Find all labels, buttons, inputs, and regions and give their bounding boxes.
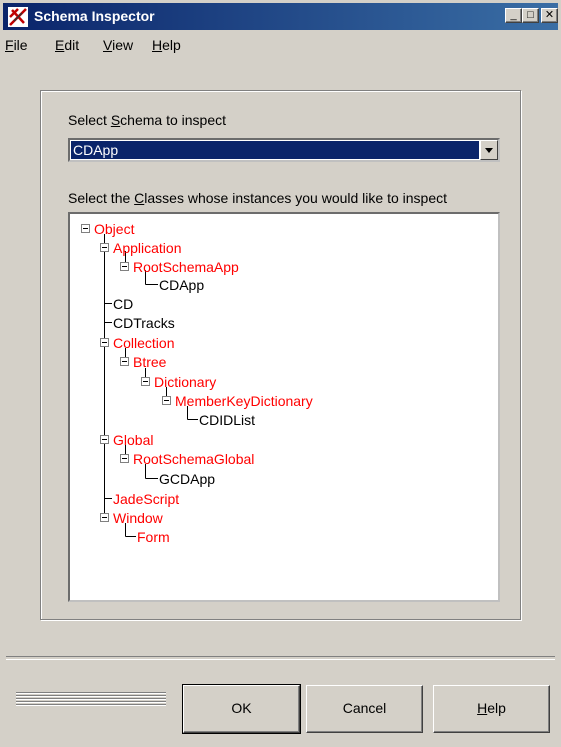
tree-node-rootschemaapp[interactable]: RootSchemaApp	[133, 259, 239, 275]
collapse-toggle-icon[interactable]	[100, 243, 109, 252]
schema-inspector-window: Schema Inspector _ □ ✕ File Edit View He…	[0, 0, 561, 747]
window-title: Schema Inspector	[34, 8, 155, 24]
menu-view[interactable]: View	[103, 37, 133, 53]
collapse-toggle-icon[interactable]	[141, 377, 150, 386]
cancel-button[interactable]: Cancel	[306, 685, 423, 733]
tree-node-window[interactable]: Window	[113, 510, 163, 526]
tree-node-global[interactable]: Global	[113, 432, 153, 448]
tree-node-object[interactable]: Object	[94, 221, 134, 237]
collapse-toggle-icon[interactable]	[100, 338, 109, 347]
separator	[6, 656, 555, 660]
menu-edit[interactable]: Edit	[55, 37, 79, 53]
tree-node-collection[interactable]: Collection	[113, 335, 174, 351]
tree-node-cdtracks[interactable]: CDTracks	[113, 315, 175, 331]
minimize-button[interactable]: _	[505, 8, 522, 23]
tree-node-cdidlist[interactable]: CDIDList	[199, 412, 255, 428]
maximize-button[interactable]: □	[522, 8, 539, 23]
resize-grip[interactable]	[16, 692, 166, 718]
tree-node-cd[interactable]: CD	[113, 296, 133, 312]
collapse-toggle-icon[interactable]	[100, 435, 109, 444]
tree-node-jadescript[interactable]: JadeScript	[113, 491, 179, 507]
collapse-toggle-icon[interactable]	[120, 357, 129, 366]
collapse-toggle-icon[interactable]	[120, 262, 129, 271]
tree-node-gcdapp[interactable]: GCDApp	[159, 471, 215, 487]
tree-node-rootschemaglobal[interactable]: RootSchemaGlobal	[133, 451, 254, 467]
tree-node-application[interactable]: Application	[113, 240, 182, 256]
dropdown-arrow-icon[interactable]	[480, 140, 498, 160]
schema-select[interactable]: CDApp	[68, 138, 500, 162]
close-button[interactable]: ✕	[541, 8, 558, 23]
tree-node-memberkeydictionary[interactable]: MemberKeyDictionary	[175, 393, 313, 409]
schema-label: Select Schema to inspect	[68, 112, 226, 128]
schema-selected-value: CDApp	[71, 141, 479, 159]
help-button[interactable]: Help	[433, 685, 550, 733]
collapse-toggle-icon[interactable]	[100, 513, 109, 522]
collapse-toggle-icon[interactable]	[120, 454, 129, 463]
ok-button[interactable]: OK	[182, 684, 301, 734]
menu-file[interactable]: File	[5, 37, 28, 53]
tree-node-btree[interactable]: Btree	[133, 354, 166, 370]
title-bar[interactable]: Schema Inspector _ □ ✕	[3, 3, 558, 30]
menu-help[interactable]: Help	[152, 37, 181, 53]
tree-node-dictionary[interactable]: Dictionary	[154, 374, 216, 390]
tree-node-cdapp[interactable]: CDApp	[159, 277, 204, 293]
class-tree[interactable]: Object Application RootSchemaApp CDApp C…	[68, 212, 500, 602]
collapse-toggle-icon[interactable]	[162, 396, 171, 405]
classes-label: Select the Classes whose instances you w…	[68, 190, 447, 206]
schema-app-icon	[8, 7, 28, 27]
tree-node-form[interactable]: Form	[137, 529, 170, 545]
collapse-toggle-icon[interactable]	[81, 224, 90, 233]
